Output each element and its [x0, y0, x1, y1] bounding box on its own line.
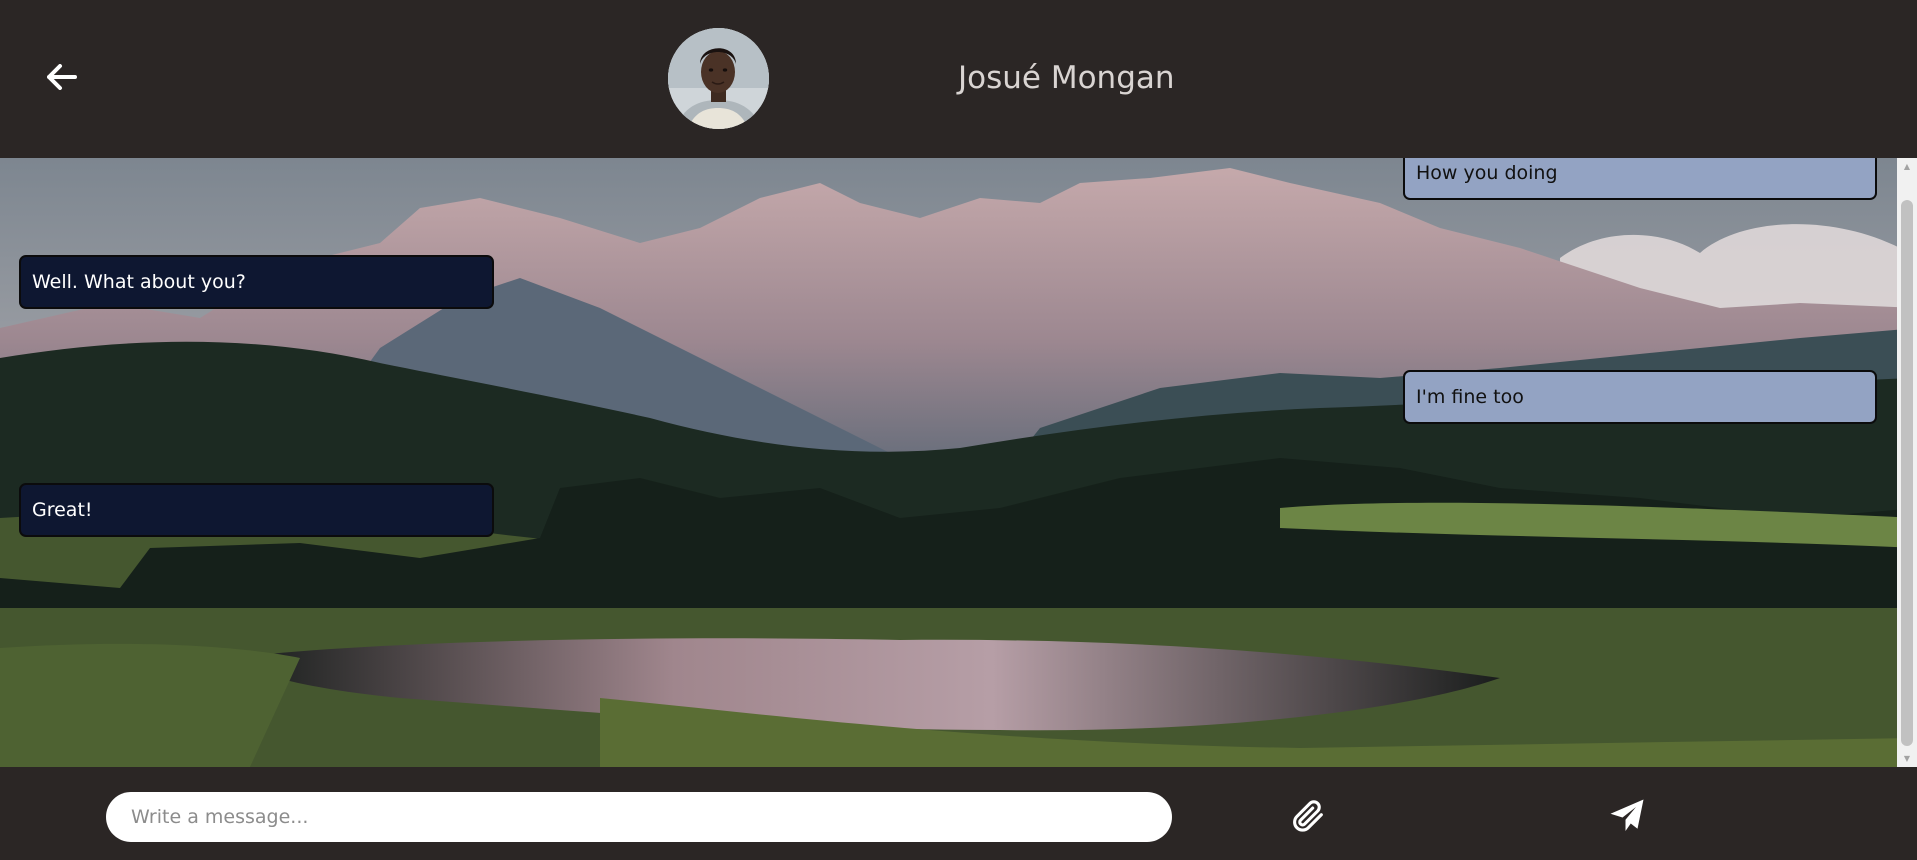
back-button[interactable] [40, 55, 84, 99]
paper-plane-icon [1610, 799, 1644, 831]
user-avatar-icon [668, 28, 769, 129]
chat-scrollbar[interactable]: ▲ ▼ [1897, 158, 1917, 767]
contact-name: Josué Mongan [958, 60, 1175, 96]
scroll-thumb[interactable] [1901, 200, 1913, 746]
message-bubble-received: Great! [19, 483, 494, 537]
message-bubble-received: Well. What about you? [19, 255, 494, 309]
message-input[interactable] [106, 792, 1172, 842]
landscape-background-image [0, 158, 1917, 767]
scroll-down-icon[interactable]: ▼ [1897, 750, 1917, 767]
message-bubble-sent: How you doing [1403, 158, 1877, 200]
message-list[interactable]: How you doing Well. What about you? I'm … [0, 158, 1917, 767]
arrow-left-icon [47, 64, 77, 90]
message-composer [0, 767, 1917, 860]
message-bubble-sent: I'm fine too [1403, 370, 1877, 424]
paperclip-icon [1293, 800, 1323, 832]
attach-button[interactable] [1288, 796, 1328, 836]
avatar[interactable] [668, 28, 769, 129]
chat-header: Josué Mongan [0, 0, 1917, 158]
send-button[interactable] [1605, 794, 1649, 838]
scroll-up-icon[interactable]: ▲ [1897, 158, 1917, 175]
